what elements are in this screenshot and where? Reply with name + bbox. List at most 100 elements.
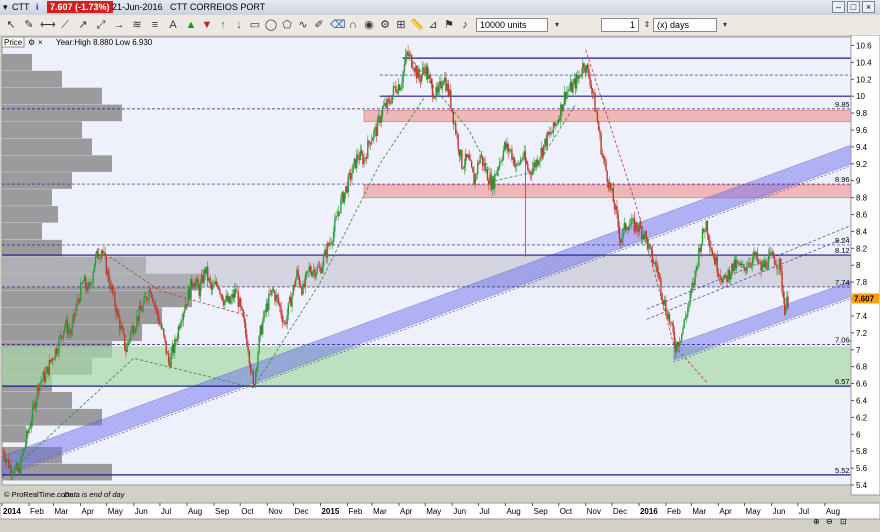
parallel-channel-icon[interactable]: ≋ — [130, 18, 144, 32]
candle-body — [604, 158, 606, 162]
cursor-icon[interactable]: ↖ — [4, 18, 18, 32]
settings-icon[interactable]: ⚙ — [378, 18, 392, 32]
text-icon[interactable]: A — [166, 18, 180, 32]
candle-body — [29, 427, 31, 429]
candle-body — [285, 322, 287, 325]
candle-body — [668, 314, 671, 323]
ray-icon[interactable]: ↗ — [76, 18, 90, 32]
candle-body — [379, 116, 381, 123]
volume-profile-bar — [2, 121, 82, 139]
candle-body — [704, 231, 706, 233]
sell-arrow-icon[interactable]: ▼ — [200, 18, 214, 32]
zoom-in-icon[interactable]: ⊕ — [813, 517, 820, 526]
flag-icon[interactable]: ⚑ — [442, 18, 456, 32]
grid-icon[interactable]: ⊞ — [394, 18, 408, 32]
candle-body — [695, 266, 698, 271]
candle-body — [599, 130, 601, 134]
candle-body — [506, 143, 508, 149]
candle-body — [698, 248, 700, 267]
candle-body — [743, 264, 745, 268]
minimize-button[interactable]: – — [832, 1, 845, 13]
pencil-icon[interactable]: ✎ — [22, 18, 36, 32]
rectangle-icon[interactable]: ▭ — [248, 18, 262, 32]
ellipse-icon[interactable]: ◯ — [264, 18, 278, 32]
polygon-icon[interactable]: ⬠ — [280, 18, 294, 32]
window-menu-icon[interactable]: ▾ — [3, 2, 8, 13]
period-stepper-icon[interactable]: ⇕ — [640, 18, 654, 32]
fibonacci-icon[interactable]: ≡ — [148, 18, 162, 32]
y-axis[interactable]: 5.45.65.866.26.46.66.877.27.47.67.888.28… — [850, 35, 880, 496]
candle-body — [450, 89, 452, 109]
horizontal-ray-icon[interactable]: → — [112, 18, 126, 32]
trend-line-icon[interactable]: ⟋ — [58, 18, 72, 32]
zoom-out-icon[interactable]: ⊖ — [826, 517, 833, 526]
candle-body — [688, 301, 690, 308]
candle-body — [192, 283, 194, 287]
candle-body — [111, 284, 114, 293]
candle-body — [182, 313, 185, 321]
settings-small-icon[interactable]: ⚙ — [28, 38, 35, 47]
eye-icon[interactable]: ◉ — [362, 18, 376, 32]
candle-body — [700, 243, 702, 252]
candle-body — [645, 231, 647, 238]
bell-icon[interactable]: ♪ — [458, 18, 472, 32]
candle-body — [334, 219, 336, 232]
candle-body — [309, 266, 312, 272]
down-arrow-icon[interactable]: ↓ — [232, 18, 246, 32]
candle-body — [535, 159, 538, 168]
candle-body — [259, 325, 261, 337]
price-label[interactable]: Price — [4, 38, 23, 47]
horizontal-line-icon[interactable]: ⟷ — [40, 18, 56, 32]
candle-body — [530, 173, 533, 175]
candle-body — [447, 83, 450, 96]
volume-profile-bar — [2, 172, 72, 189]
candle-body — [717, 272, 720, 277]
candle-body — [414, 66, 417, 72]
extend-line-icon[interactable]: ⤢ — [94, 18, 108, 32]
candle-body — [139, 305, 142, 310]
curve-icon[interactable]: ∿ — [296, 18, 310, 32]
candle-body — [161, 328, 164, 330]
fit-icon[interactable]: ⊡ — [840, 517, 847, 526]
quantity-field[interactable]: 10000 units — [476, 18, 548, 32]
magnet-icon[interactable]: ∩ — [346, 18, 360, 32]
candle-body — [534, 162, 536, 168]
buy-arrow-icon[interactable]: ▲ — [184, 18, 198, 32]
maximize-button[interactable]: □ — [847, 1, 860, 13]
candle-body — [221, 294, 224, 301]
candle-body — [597, 121, 600, 131]
measure-icon[interactable]: ⊿ — [426, 18, 440, 32]
period-count-field[interactable]: 1 — [601, 18, 639, 32]
close-button[interactable]: × — [862, 1, 875, 13]
candle-body — [505, 142, 507, 149]
x-axis[interactable]: 2014 Feb Mar Apr May Jun Jul Aug Sep Oct Nov Dec 201… — [0, 502, 880, 520]
price-chart[interactable]: 5.526.577.0647.7438.128.248.969.85 5.45.… — [0, 35, 880, 532]
candle-body — [518, 163, 520, 165]
candle-body — [651, 250, 654, 263]
candle-body — [171, 345, 174, 353]
candle-body — [728, 269, 731, 280]
candle-body — [232, 293, 235, 298]
x-tick-label: Oct — [560, 507, 573, 516]
candle-body — [775, 264, 777, 266]
candle-body — [408, 54, 411, 57]
candle-body — [330, 242, 332, 244]
candle-body — [631, 218, 633, 224]
candle-body — [650, 246, 652, 251]
period-unit-dropdown-icon[interactable]: ▾ — [718, 18, 732, 32]
ruler-icon[interactable]: 📏 — [410, 18, 424, 32]
candle-body — [678, 342, 680, 347]
candle-body — [782, 291, 785, 298]
quantity-dropdown-icon[interactable]: ▾ — [550, 18, 564, 32]
candle-body — [397, 84, 400, 94]
period-unit-field[interactable]: (x) days — [653, 18, 717, 32]
close-panel-icon[interactable]: × — [38, 38, 43, 47]
candle-body — [20, 456, 22, 474]
candle-body — [365, 157, 368, 159]
eraser-icon[interactable]: ⌫ — [330, 18, 346, 32]
info-icon[interactable]: i — [36, 2, 39, 12]
up-arrow-icon[interactable]: ↑ — [216, 18, 230, 32]
candle-body — [618, 227, 621, 239]
brush-icon[interactable]: ✐ — [312, 18, 326, 32]
symbol-label[interactable]: CTT — [12, 2, 30, 12]
